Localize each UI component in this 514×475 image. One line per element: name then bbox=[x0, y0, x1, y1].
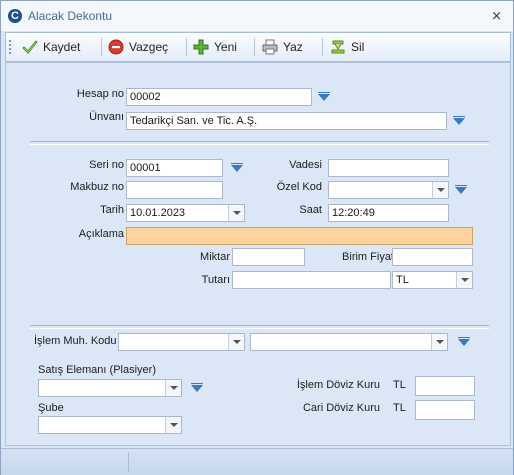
tutari-label: Tutarı bbox=[201, 274, 230, 286]
vadesi-label: Vadesi bbox=[289, 159, 322, 171]
chevron-down-icon[interactable] bbox=[432, 182, 448, 198]
islem-doviz-currency: TL bbox=[393, 379, 406, 391]
tarih-value: 10.01.2023 bbox=[130, 207, 186, 219]
seri-no-field[interactable]: 00001 bbox=[126, 159, 223, 177]
sube-label: Şube bbox=[38, 402, 64, 414]
new-button-label: Yeni bbox=[214, 40, 237, 54]
ozel-kod-lookup-icon[interactable] bbox=[454, 185, 468, 197]
miktar-field[interactable] bbox=[232, 248, 305, 266]
section-divider bbox=[30, 325, 489, 329]
toolbar-separator bbox=[322, 38, 323, 56]
cancel-button[interactable]: Vazgeç bbox=[108, 38, 168, 56]
satis-elemani-combo[interactable] bbox=[38, 379, 182, 397]
chevron-down-icon[interactable] bbox=[431, 334, 447, 350]
app-logo-icon: C bbox=[8, 9, 22, 23]
makbuz-no-field[interactable] bbox=[126, 181, 223, 199]
delete-button[interactable]: Sil bbox=[330, 38, 364, 56]
print-button[interactable]: Yaz bbox=[262, 38, 303, 56]
save-button[interactable]: Kaydet bbox=[22, 38, 80, 56]
title-bar[interactable]: C Alacak Dekontu ⨯ bbox=[1, 1, 513, 31]
makbuz-no-label: Makbuz no bbox=[70, 181, 124, 193]
sube-combo[interactable] bbox=[38, 416, 182, 434]
birim-fiyat-field[interactable] bbox=[392, 248, 473, 266]
delete-icon bbox=[330, 39, 346, 55]
aciklama-label: Açıklama bbox=[78, 228, 124, 240]
islem-muh-kodu-combo[interactable] bbox=[118, 333, 245, 351]
checkmark-icon bbox=[22, 39, 38, 55]
vadesi-field[interactable] bbox=[328, 159, 449, 177]
hesap-no-field[interactable]: 00002 bbox=[126, 88, 312, 106]
islem-doviz-kuru-label: İşlem Döviz Kuru bbox=[296, 379, 380, 391]
unvan-field[interactable]: Tedarikçi San. ve Tic. A.Ş. bbox=[126, 112, 447, 130]
delete-button-label: Sil bbox=[351, 40, 365, 54]
saat-field[interactable]: 12:20:49 bbox=[328, 204, 449, 222]
tarih-label: Tarih bbox=[100, 204, 124, 216]
unvan-label: Ünvanı bbox=[89, 111, 124, 123]
cari-doviz-kuru-label: Cari Döviz Kuru bbox=[302, 402, 380, 414]
unvan-lookup-icon[interactable] bbox=[452, 116, 466, 128]
ozel-kod-label: Özel Kod bbox=[276, 181, 322, 193]
toolbar-grip[interactable] bbox=[9, 40, 13, 54]
chevron-down-icon[interactable] bbox=[165, 380, 181, 396]
hesap-no-lookup-icon[interactable] bbox=[317, 92, 331, 104]
new-button[interactable]: Yeni bbox=[193, 38, 237, 56]
dialog-window: C Alacak Dekontu ⨯ Kaydet Vazgeç Yeni Ya… bbox=[0, 0, 514, 475]
hesap-no-label: Hesap no bbox=[76, 88, 124, 100]
satis-elemani-lookup-icon[interactable] bbox=[190, 383, 204, 395]
status-bar bbox=[1, 448, 513, 475]
chevron-down-icon[interactable] bbox=[228, 205, 244, 221]
cari-doviz-currency: TL bbox=[393, 402, 406, 414]
cancel-button-label: Vazgeç bbox=[129, 40, 169, 54]
status-bar-separator bbox=[128, 452, 129, 472]
save-button-label: Kaydet bbox=[43, 40, 81, 54]
toolbar-separator bbox=[186, 38, 187, 56]
birim-fiyat-label: Birim Fiyat bbox=[342, 251, 394, 263]
cari-doviz-kuru-field[interactable] bbox=[415, 400, 475, 420]
miktar-label: Miktar bbox=[200, 251, 230, 263]
currency-combo[interactable]: TL bbox=[392, 271, 473, 289]
toolbar: Kaydet Vazgeç Yeni Yaz Sil bbox=[5, 32, 511, 62]
islem-muh-kodu-desc-combo[interactable] bbox=[250, 333, 448, 351]
islem-doviz-kuru-field[interactable] bbox=[415, 376, 475, 396]
print-button-label: Yaz bbox=[283, 40, 303, 54]
window-title: Alacak Dekontu bbox=[28, 9, 113, 23]
stop-icon bbox=[108, 39, 124, 55]
chevron-down-icon[interactable] bbox=[456, 272, 472, 288]
seri-no-lookup-icon[interactable] bbox=[230, 163, 244, 175]
seri-no-label: Seri no bbox=[89, 159, 124, 171]
plus-icon bbox=[193, 39, 209, 55]
islem-muh-kodu-label: İşlem Muh. Kodu bbox=[34, 335, 117, 347]
saat-label: Saat bbox=[299, 204, 322, 216]
close-icon[interactable]: ⨯ bbox=[491, 8, 502, 24]
toolbar-separator bbox=[101, 38, 102, 56]
chevron-down-icon[interactable] bbox=[165, 417, 181, 433]
islem-muh-kodu-lookup-icon[interactable] bbox=[457, 337, 471, 349]
currency-value: TL bbox=[396, 274, 409, 286]
form-panel: Hesap no 00002 Ünvanı Tedarikçi San. ve … bbox=[5, 62, 511, 446]
tarih-date-picker[interactable]: 10.01.2023 bbox=[126, 204, 245, 222]
printer-icon bbox=[262, 39, 278, 55]
aciklama-field[interactable] bbox=[126, 227, 473, 245]
chevron-down-icon[interactable] bbox=[228, 334, 244, 350]
ozel-kod-combo[interactable] bbox=[328, 181, 449, 199]
section-divider bbox=[30, 141, 489, 145]
toolbar-separator bbox=[254, 38, 255, 56]
tutari-field[interactable] bbox=[232, 271, 391, 289]
satis-elemani-label: Satış Elemanı (Plasiyer) bbox=[38, 364, 156, 376]
